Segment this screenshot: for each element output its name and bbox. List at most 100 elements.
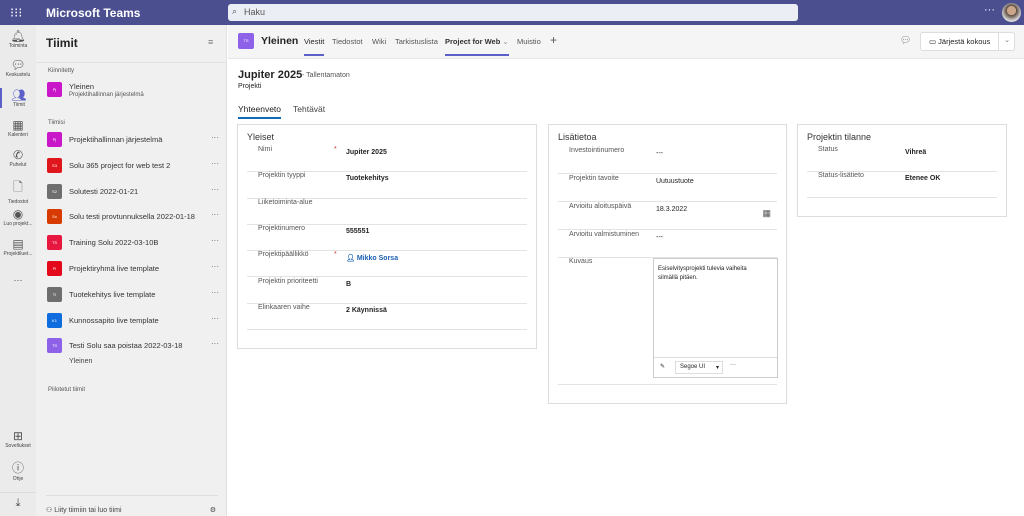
field-row: Status-lisätieto Etenee OK bbox=[807, 172, 997, 198]
description-editor[interactable]: Esiselvitysprojekti tulevia vaiheita sil… bbox=[653, 258, 778, 378]
tab-wiki[interactable]: Wiki bbox=[372, 37, 386, 46]
filter-icon[interactable]: ≡ bbox=[208, 37, 213, 47]
rail-item-tiimit[interactable]: 👥︎ Tiimit bbox=[0, 88, 36, 108]
value-text: Uutuustuote bbox=[656, 178, 694, 185]
field-row: Nimi * Jupiter 2025 bbox=[247, 146, 527, 173]
field-row: Investointinumero --- bbox=[558, 146, 777, 174]
more-apps-button[interactable]: ··· bbox=[0, 275, 36, 285]
team-badge: S2 bbox=[47, 183, 62, 199]
field-value[interactable]: 👤︎ Mikko Sorsa bbox=[346, 254, 398, 262]
card-title: Yleiset bbox=[247, 132, 275, 142]
avatar[interactable] bbox=[1002, 3, 1021, 22]
teams-panel: Tiimit ≡ Kiinnitetty Pj Yleinen Projekti… bbox=[36, 25, 227, 516]
rail-label: Ohje bbox=[12, 476, 24, 482]
field-value[interactable]: 555551 bbox=[346, 228, 369, 235]
tab-tehtavat[interactable]: Tehtävät bbox=[293, 104, 325, 114]
field-label: Elinkaaren vaihe bbox=[258, 303, 310, 311]
rail-item-keskustelu[interactable]: 💬︎ Keskustelu bbox=[0, 58, 36, 78]
team-name: Solutesti 2022-01-21 bbox=[69, 186, 139, 196]
value-text: Tuotekehitys bbox=[346, 175, 389, 183]
add-tab-button[interactable]: + bbox=[550, 33, 557, 47]
field-value[interactable]: Jupiter 2025 bbox=[346, 149, 387, 156]
field-value[interactable]: --- bbox=[656, 234, 663, 241]
team-item[interactable]: S2 Solutesti 2022-01-21 ··· bbox=[47, 183, 219, 201]
format-painter-icon[interactable]: ✎ bbox=[660, 363, 665, 370]
team-item[interactable]: S3 Solu 365 project for web test 2 ··· bbox=[47, 157, 219, 175]
field-label: Status-lisätieto bbox=[818, 172, 864, 179]
team-more-button[interactable]: ··· bbox=[211, 339, 219, 348]
tab-project-for-web[interactable]: Project for Web ⌄ bbox=[445, 37, 509, 56]
app-launcher-icon[interactable]: ⁝⁝⁝ bbox=[10, 5, 22, 21]
value-text: Etenee OK bbox=[905, 175, 941, 182]
field-row: Projektin tavoite Uutuustuote bbox=[558, 174, 777, 202]
team-more-button[interactable]: ··· bbox=[211, 262, 219, 271]
rail-item-luo-projekt-[interactable]: ◉ Luo projekt... bbox=[0, 207, 36, 227]
field-label: Arvioitu valmistuminen bbox=[569, 231, 640, 238]
rail-label: Sovellukset bbox=[5, 443, 31, 449]
channel-item[interactable]: Yleinen bbox=[69, 358, 92, 365]
font-value: Segoe UI bbox=[680, 364, 706, 370]
rail-item-ohje[interactable]: ⓘ Ohje bbox=[0, 459, 36, 482]
team-name: Yleinen bbox=[69, 82, 95, 91]
team-name: Testi Solu saa poistaa 2022-03-18 bbox=[69, 341, 183, 351]
team-item[interactable]: TI Tuotekehitys live template ··· bbox=[47, 286, 219, 304]
bell-icon: 🔔︎ bbox=[10, 29, 26, 43]
search-input[interactable]: ⌕ Haku bbox=[228, 4, 798, 21]
field-value[interactable]: Vihreä bbox=[905, 149, 926, 156]
team-item[interactable]: TS Training Solu 2022-03-10B ··· bbox=[47, 234, 219, 252]
rail-item-projektiluet-[interactable]: ▤ Projektiluet... bbox=[0, 237, 36, 257]
field-value[interactable]: Etenee OK bbox=[905, 175, 940, 182]
team-more-button[interactable]: ··· bbox=[211, 314, 219, 323]
team-more-button[interactable]: ··· bbox=[211, 185, 219, 194]
field-value[interactable]: 2 Käynnissä bbox=[346, 307, 387, 314]
team-more-button[interactable]: ··· bbox=[211, 210, 219, 219]
description-text: Esiselvitysprojekti tulevia vaiheita sil… bbox=[658, 266, 747, 281]
team-more-button[interactable]: ··· bbox=[211, 288, 219, 297]
field-label: Status bbox=[818, 146, 838, 153]
tab-muistio[interactable]: Muistio bbox=[517, 37, 541, 46]
tab-viestit[interactable]: Viestit bbox=[304, 37, 325, 56]
person-icon: 👤︎ bbox=[346, 255, 357, 263]
search-placeholder: Haku bbox=[244, 7, 266, 17]
team-item[interactable]: Sx Solu testi provtunnuksella 2022-01-18 ·… bbox=[47, 208, 219, 226]
download-icon[interactable]: ⤓ bbox=[0, 492, 36, 510]
team-more-button[interactable]: ··· bbox=[211, 133, 219, 142]
field-value[interactable]: 18.3.2022 bbox=[656, 206, 687, 213]
conversation-icon[interactable]: 💬︎ bbox=[900, 35, 911, 46]
field-label: Kuvaus bbox=[569, 258, 593, 265]
tab-tarkistuslista[interactable]: Tarkistuslista bbox=[395, 37, 438, 46]
font-select[interactable]: Segoe UI ▾ bbox=[675, 361, 723, 374]
tab-tiedostot[interactable]: Tiedostot bbox=[332, 37, 363, 46]
team-item[interactable]: K1 Kunnossapito live template ··· bbox=[47, 312, 219, 330]
team-item[interactable]: PI Projektiryhmä live template ··· bbox=[47, 260, 219, 278]
rail-item-sovellukset[interactable]: ⊞ Sovellukset bbox=[0, 429, 36, 449]
tab-yhteenveto[interactable]: Yhteenveto bbox=[238, 104, 282, 119]
team-item[interactable]: Pj Projektihallinnan järjestelmä ··· bbox=[47, 131, 219, 149]
team-badge: TS bbox=[47, 235, 62, 251]
meet-dropdown[interactable]: ⌄ bbox=[998, 32, 1015, 51]
editor-toolbar: ✎ Segoe UI ▾ ··· bbox=[654, 357, 777, 377]
settings-icon[interactable]: ⚙ bbox=[210, 506, 216, 514]
calendar-icon[interactable]: ▦ bbox=[762, 208, 771, 219]
team-name: Projektihallinnan järjestelmä bbox=[69, 135, 163, 144]
value-text: 18.3.2022 bbox=[656, 206, 688, 213]
pinned-team[interactable]: Pj Yleinen Projektihallinnan järjestelmä bbox=[47, 80, 219, 98]
field-value[interactable]: Tuotekehitys bbox=[346, 175, 389, 182]
value-text: 2 Käynnissä bbox=[346, 306, 387, 314]
team-more-button[interactable]: ··· bbox=[211, 236, 219, 245]
team-more-button[interactable]: ··· bbox=[211, 159, 219, 168]
apps-icon: ⊞ bbox=[12, 429, 24, 443]
rail-item-kalenteri[interactable]: ▦ Kalenteri bbox=[0, 118, 36, 138]
card-title: Projektin tilanne bbox=[807, 132, 872, 142]
team-item[interactable]: TS Testi Solu saa poistaa 2022-03-18 ··· bbox=[47, 337, 219, 355]
more-button[interactable]: ··· bbox=[730, 362, 736, 368]
more-options-button[interactable]: ··· bbox=[984, 4, 995, 16]
field-value[interactable]: Uutuustuote bbox=[656, 178, 694, 185]
rail-item-puhelut[interactable]: ✆ Puhelut bbox=[0, 148, 36, 168]
rail-item-tiedostot[interactable]: 🗋 Tiedostot bbox=[0, 178, 36, 205]
field-label: Investointinumero bbox=[569, 147, 625, 154]
join-team-button[interactable]: ⚇ Liity tiimiin tai luo tiimi ⚙ bbox=[46, 495, 218, 514]
field-value[interactable]: --- bbox=[656, 150, 663, 157]
rail-item-toiminta[interactable]: 🔔︎ Toiminta bbox=[0, 29, 36, 49]
field-value[interactable]: B bbox=[346, 281, 351, 288]
